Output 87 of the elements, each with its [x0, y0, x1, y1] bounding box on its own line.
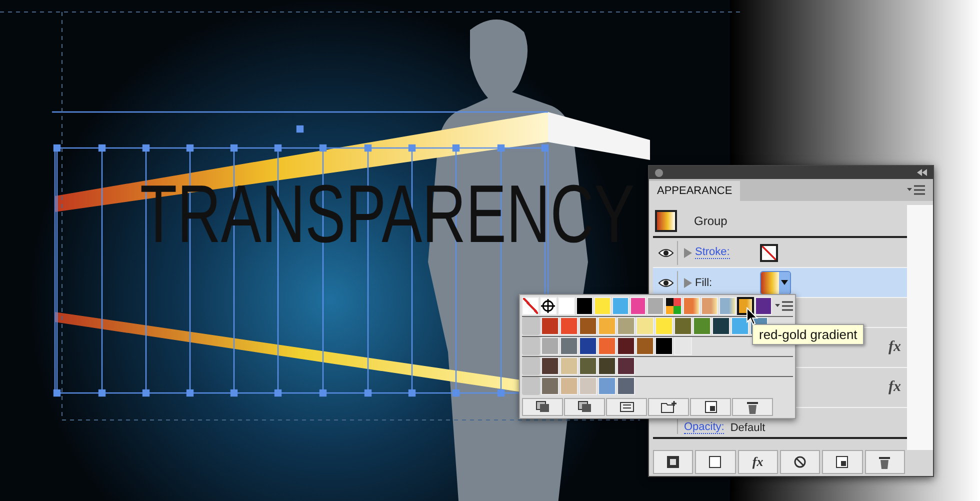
color-swatch[interactable]	[731, 317, 749, 335]
color-swatch[interactable]	[598, 317, 616, 335]
color-swatch[interactable]	[594, 297, 611, 315]
delete-button[interactable]	[864, 450, 905, 474]
color-swatch[interactable]	[617, 357, 635, 375]
new-art-button[interactable]	[653, 450, 694, 474]
opacity-value: Default	[730, 422, 766, 434]
close-icon[interactable]	[655, 168, 663, 176]
color-swatch[interactable]	[579, 317, 597, 335]
color-swatch[interactable]	[598, 377, 616, 395]
none-swatch-icon[interactable]	[760, 244, 778, 262]
color-swatch[interactable]	[560, 337, 578, 355]
opacity-link[interactable]: Opacity:	[684, 421, 724, 434]
color-swatch[interactable]	[579, 337, 597, 355]
panel-menu-icon[interactable]	[907, 185, 925, 195]
color-swatch[interactable]	[647, 297, 664, 315]
dropdown-arrow-icon[interactable]	[781, 280, 788, 285]
delete-swatch-button[interactable]	[732, 398, 773, 416]
folder-icon	[522, 357, 540, 375]
filled-square-icon	[667, 456, 680, 468]
color-swatch[interactable]	[541, 357, 559, 375]
group-label: Group	[694, 214, 728, 228]
color-swatch[interactable]	[617, 337, 635, 355]
swatch-options-button[interactable]	[606, 398, 647, 416]
duplicate-button[interactable]	[822, 450, 863, 474]
options-icon	[620, 402, 634, 412]
color-swatch[interactable]	[579, 357, 597, 375]
folder-icon	[522, 337, 540, 355]
swatch-menu-icon[interactable]	[775, 301, 794, 311]
stroke-link[interactable]: Stroke:	[695, 246, 730, 259]
stacked-squares-icon	[578, 401, 592, 413]
color-swatch[interactable]	[560, 317, 578, 335]
color-swatch[interactable]	[598, 337, 616, 355]
color-swatch[interactable]	[630, 297, 646, 315]
none-swatch[interactable]	[522, 297, 539, 315]
swatch-tooltip: red-gold gradient	[752, 324, 864, 345]
trash-icon	[879, 456, 890, 468]
color-swatch[interactable]	[541, 337, 559, 355]
effects-label[interactable]: fx	[888, 339, 901, 356]
color-swatch[interactable]	[674, 317, 692, 335]
color-swatch[interactable]	[693, 317, 711, 335]
color-swatch[interactable]	[617, 317, 635, 335]
square-button[interactable]	[695, 450, 736, 474]
new-item-icon	[836, 456, 848, 468]
color-swatch[interactable]	[541, 317, 559, 335]
registration-swatch[interactable]	[540, 297, 557, 315]
folder-icon	[522, 377, 540, 395]
color-swatch[interactable]	[560, 377, 578, 395]
fill-swatch-dropdown[interactable]	[760, 270, 792, 294]
gradient-swatch[interactable]	[737, 297, 754, 315]
stacked-squares-icon	[536, 401, 550, 413]
collapse-icon[interactable]	[917, 169, 927, 176]
square-icon	[709, 456, 722, 468]
trash-icon	[747, 400, 758, 414]
color-swatch[interactable]	[655, 317, 673, 335]
swatch-library-button[interactable]	[522, 398, 563, 416]
color-swatch[interactable]	[712, 317, 730, 335]
color-swatch[interactable]	[755, 297, 772, 315]
group-thumbnail-icon	[655, 210, 677, 232]
clear-button[interactable]	[780, 450, 820, 474]
color-swatch[interactable]	[636, 337, 654, 355]
swatch-kinds-button[interactable]	[564, 398, 605, 416]
color-swatch[interactable]	[674, 337, 692, 355]
new-folder-icon	[660, 401, 676, 413]
attribute-row[interactable]: Fill:	[653, 268, 907, 298]
new-swatch-button[interactable]	[690, 398, 731, 416]
color-swatch[interactable]	[598, 357, 616, 375]
color-swatch[interactable]	[612, 297, 629, 315]
folder-icon	[522, 317, 540, 335]
color-swatch[interactable]	[579, 377, 597, 395]
fill-label: Fill:	[695, 276, 712, 288]
pattern-swatch[interactable]	[665, 297, 682, 315]
color-swatch[interactable]	[617, 377, 635, 395]
color-swatch[interactable]	[541, 377, 559, 395]
color-swatch[interactable]	[560, 357, 578, 375]
effects-label[interactable]: fx	[888, 379, 901, 396]
color-swatch[interactable]	[636, 317, 654, 335]
new-group-button[interactable]	[648, 398, 689, 416]
color-swatch[interactable]	[576, 297, 593, 315]
color-swatch[interactable]	[558, 297, 575, 315]
panel-tab[interactable]: APPEARANCE	[649, 181, 740, 201]
add-effect-button[interactable]: fx	[738, 450, 778, 474]
prohibited-icon	[794, 456, 806, 468]
color-swatch[interactable]	[655, 337, 673, 355]
pointer-cursor-icon	[746, 307, 758, 326]
new-item-icon	[704, 401, 716, 413]
scrollbar-track[interactable]	[907, 205, 933, 450]
